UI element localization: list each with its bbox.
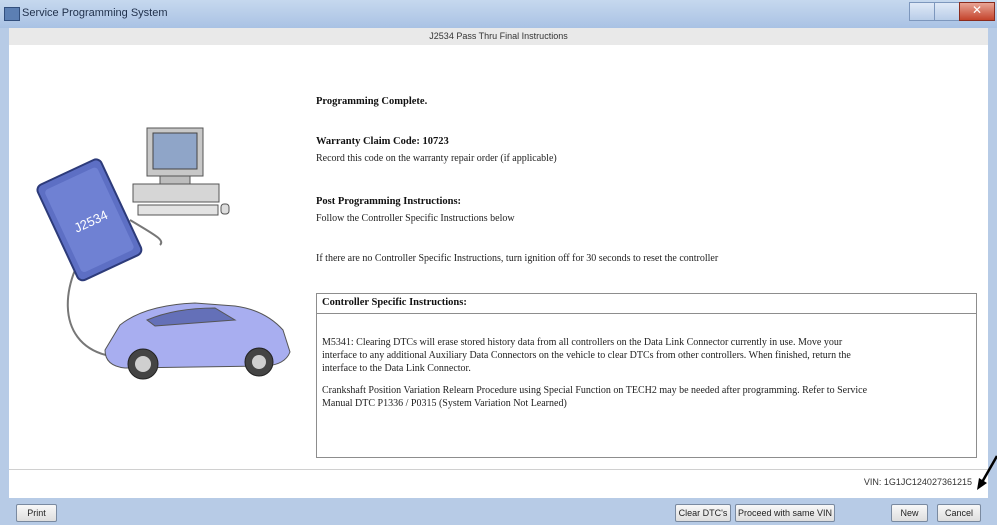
print-button[interactable]: Print	[16, 504, 57, 522]
app-icon	[4, 7, 20, 21]
cancel-button[interactable]: Cancel	[937, 504, 981, 522]
post-programming-heading: Post Programming Instructions:	[316, 196, 462, 207]
pointer-arrow-icon	[977, 455, 997, 490]
controller-instruction-line: Manual DTC P1336 / P0315 (System Variati…	[322, 398, 567, 409]
maximize-button[interactable]	[934, 2, 960, 21]
controller-instruction-line: interface to the Data Link Connector.	[322, 363, 471, 374]
controller-instruction-line: Crankshaft Position Variation Relearn Pr…	[322, 385, 868, 396]
controller-instruction-line: M5341: Clearing DTCs will erase stored h…	[322, 337, 843, 348]
window-controls: ✕	[909, 2, 995, 21]
programming-complete-heading: Programming Complete.	[316, 96, 428, 107]
window-title: Service Programming System	[22, 7, 168, 19]
vin-label: VIN: 1G1JC124027361215	[863, 477, 972, 487]
button-bar	[0, 498, 997, 525]
ignition-note: If there are no Controller Specific Inst…	[316, 253, 719, 264]
controller-instructions-heading: Controller Specific Instructions:	[317, 294, 976, 314]
minimize-button[interactable]	[909, 2, 935, 21]
computer-icon	[132, 127, 230, 216]
clear-dtcs-button[interactable]: Clear DTC's	[675, 504, 731, 522]
controller-instruction-line: interface to any additional Auxiliary Da…	[322, 350, 851, 361]
controller-instructions-box: Controller Specific Instructions: M5341:…	[316, 293, 977, 458]
warranty-note: Record this code on the warranty repair …	[316, 153, 557, 164]
warranty-claim-code: Warranty Claim Code: 10723	[316, 136, 449, 147]
controller-instruction-2: Crankshaft Position Variation Relearn Pr…	[322, 384, 968, 410]
post-programming-note: Follow the Controller Specific Instructi…	[316, 213, 515, 224]
j2534-device-icon: J2534	[36, 158, 143, 282]
car-icon	[104, 302, 291, 380]
window-frame-left	[0, 28, 9, 498]
new-button[interactable]: New	[891, 504, 928, 522]
close-button[interactable]: ✕	[959, 2, 995, 21]
separator	[9, 469, 988, 470]
close-icon: ✕	[972, 3, 983, 17]
title-bar: Service Programming System ✕	[0, 0, 997, 28]
proceed-same-vin-button[interactable]: Proceed with same VIN	[735, 504, 835, 522]
window-frame-right	[988, 28, 997, 498]
dialog-subtitle: J2534 Pass Thru Final Instructions	[9, 28, 988, 46]
controller-instruction-1: M5341: Clearing DTCs will erase stored h…	[322, 336, 968, 375]
j2534-illustration: J2534	[36, 127, 291, 380]
